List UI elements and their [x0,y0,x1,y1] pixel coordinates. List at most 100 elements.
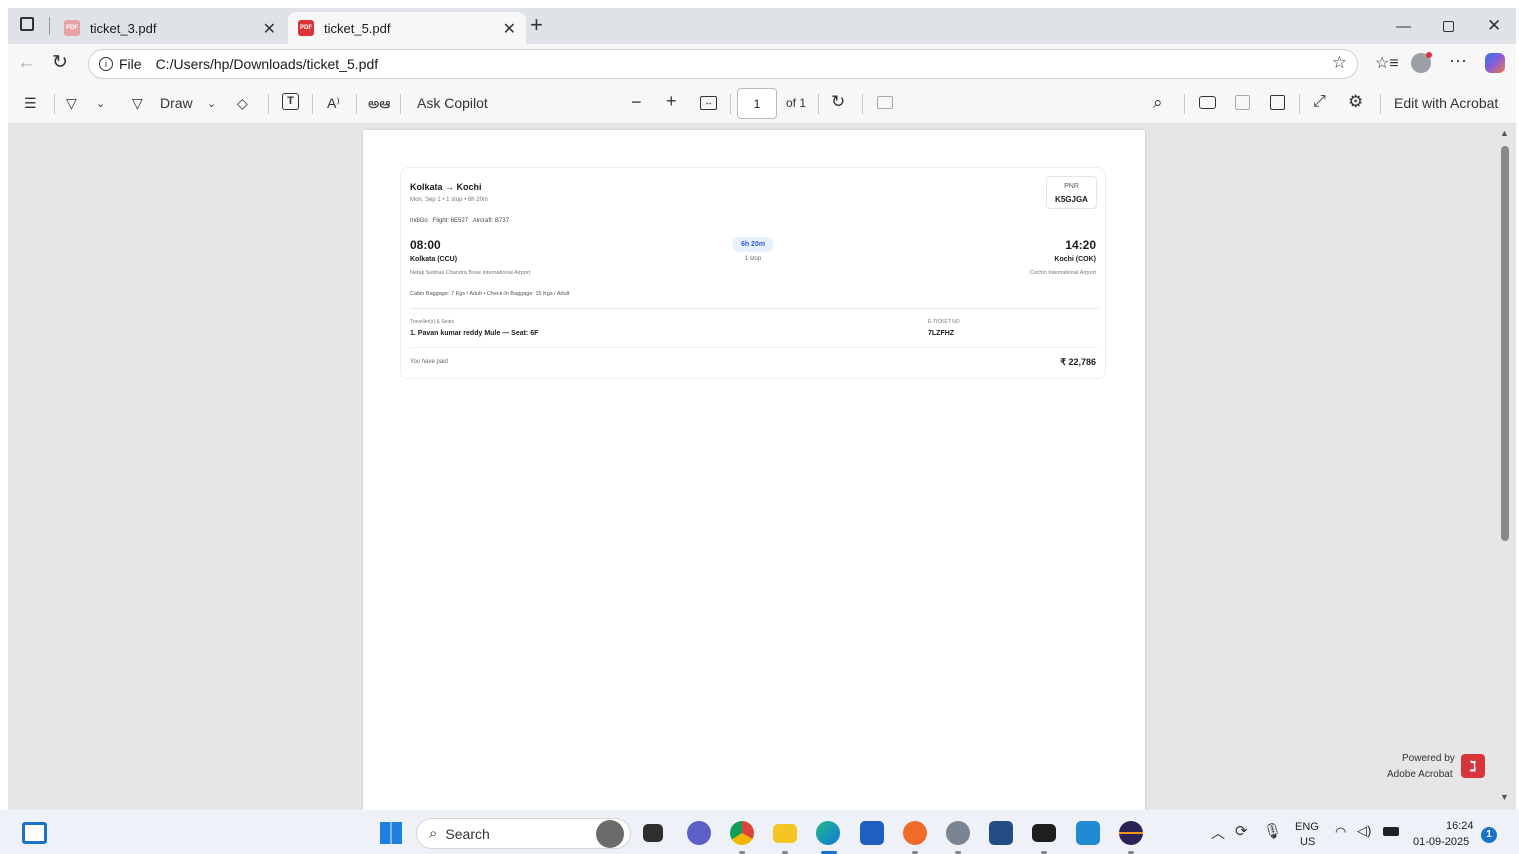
page-number-input[interactable]: 1 [737,88,777,119]
edit-with-acrobat-button[interactable]: Edit with Acrobat [1394,95,1498,111]
pdf-viewer[interactable]: Kolkata → Kochi Mon, Sep 1 • 1 stop • 6h… [8,124,1516,810]
new-tab-button[interactable]: + [530,12,543,38]
copilot-icon[interactable] [1485,53,1505,73]
contents-icon[interactable]: ☰ [24,95,37,112]
read-aloud-button[interactable]: A⁾ [327,95,340,112]
wifi-icon[interactable]: ◠ [1335,824,1346,840]
route-title: Kolkata → Kochi [410,182,482,192]
chevron-up-icon[interactable]: ︿ [1211,823,1225,843]
ask-copilot-button[interactable]: Ask Copilot [417,95,488,111]
chevron-down-icon[interactable]: ⌄ [96,97,105,110]
zoom-out-icon[interactable]: − [631,92,642,113]
save-icon[interactable] [1235,95,1250,110]
draw-app-icon[interactable] [903,821,927,845]
url-text[interactable]: C:/Users/hp/Downloads/ticket_5.pdf [156,56,379,72]
eraser-icon[interactable]: ◇ [237,95,248,112]
volume-icon[interactable]: ◁) [1357,823,1371,839]
tab-ticket-5[interactable]: PDF ticket_5.pdf ✕ [288,12,526,44]
text-box-icon[interactable]: T [282,93,299,110]
language-top[interactable]: ENG [1295,821,1319,833]
edge-icon[interactable] [816,821,840,845]
divider [410,347,1098,348]
draw-icon[interactable]: ▽ [132,95,143,112]
chevron-down-icon[interactable]: ⌄ [207,97,216,110]
tab-title: ticket_3.pdf [90,20,157,36]
info-icon[interactable]: i [99,57,113,71]
store-icon[interactable] [860,821,884,845]
eclipse-icon[interactable] [1119,821,1143,845]
favorite-star-icon[interactable]: ☆ [1332,53,1347,73]
fit-width-icon[interactable]: ↔ [700,96,717,110]
vscode-icon[interactable] [1076,821,1100,845]
tab-title: ticket_5.pdf [324,20,391,36]
duration-pill: 6h 20m [732,237,774,252]
translate-button[interactable]: అఆ [368,95,390,115]
scrollbar[interactable]: ▲ ▼ [1496,124,1516,810]
scrollbar-thumb[interactable] [1501,146,1509,541]
highlight-icon[interactable]: ▽ [66,95,77,112]
close-icon[interactable]: ✕ [503,19,516,39]
print-icon[interactable] [1199,96,1216,109]
zoom-in-icon[interactable]: + [666,91,677,112]
trip-summary: Mon, Sep 1 • 1 stop • 6h 20m [410,197,488,203]
arrival-city: Kochi (COK) [1054,256,1096,263]
chrome-icon[interactable] [730,821,754,845]
search-icon[interactable]: ⌕ [1153,93,1163,113]
address-bar[interactable]: i File C:/Users/hp/Downloads/ticket_5.pd… [88,49,1358,79]
widgets-icon[interactable] [22,822,47,844]
toolbar-divider [818,94,819,114]
microphone-icon[interactable]: 🎙︎ [1263,822,1282,840]
rotate-icon[interactable]: ↻ [831,92,845,112]
title-bar: PDF ticket_3.pdf ✕ PDF ticket_5.pdf ✕ + … [8,8,1516,44]
profile-alert-dot [1426,52,1432,58]
scroll-up-icon[interactable]: ▲ [1500,128,1509,138]
chat-app-icon[interactable] [687,821,711,845]
restore-icon[interactable] [1443,21,1454,32]
settings-app-icon[interactable] [946,821,970,845]
page-total-label: of 1 [786,96,807,110]
eticket-label: E-TICKET NO [928,319,960,325]
toolbar-divider [730,94,731,114]
adobe-acrobat-label: Adobe Acrobat [1387,769,1453,780]
battery-icon[interactable] [1383,827,1399,836]
notification-badge[interactable]: 1 [1481,827,1497,843]
task-view-icon[interactable] [643,824,663,842]
settings-icon[interactable]: ⚙ [1348,92,1363,112]
terminal-icon[interactable] [1032,824,1056,842]
toolbar-divider [356,94,357,114]
page-view-icon[interactable] [877,96,893,109]
close-icon[interactable]: ✕ [263,19,276,39]
vm-app-icon[interactable] [989,821,1013,845]
start-button[interactable] [380,822,402,844]
fullscreen-icon[interactable]: ⤢ [1313,93,1326,111]
paid-amount: ₹ 22,786 [1060,357,1096,367]
sync-icon[interactable]: ⟳ [1235,822,1248,840]
scroll-down-icon[interactable]: ▼ [1500,792,1509,802]
toolbar-divider [1380,94,1381,114]
toolbar-divider [54,94,55,114]
save-as-icon[interactable] [1270,95,1285,110]
adobe-acrobat-logo[interactable]: ℷ [1461,754,1485,778]
pnr-label: PNR [1064,183,1079,190]
favorites-icon[interactable]: ☆≡ [1375,53,1399,73]
stops-label: 1 stop [744,256,762,262]
tab-divider [49,17,50,35]
draw-label[interactable]: Draw [160,95,193,111]
tab-ticket-3[interactable]: PDF ticket_3.pdf ✕ [54,12,286,44]
baggage-info: Cabin Baggage: 7 Kgs / Adult • Check-In … [410,291,570,297]
carrier-line: IndiGo Flight: 6E527 Aircraft: B737 [410,218,510,224]
taskbar-search[interactable]: ⌕ Search [416,818,631,849]
refresh-icon[interactable]: ↻ [52,51,68,74]
clock-date[interactable]: 01-09-2025 [1413,836,1469,848]
file-explorer-icon[interactable] [773,824,797,843]
close-window-icon[interactable]: ✕ [1487,16,1501,36]
clock-time[interactable]: 16:24 [1446,820,1474,832]
tab-actions-icon[interactable] [20,17,34,31]
back-icon[interactable]: ← [17,52,36,74]
search-icon: ⌕ [429,825,438,842]
more-icon[interactable]: ··· [1449,50,1467,71]
toolbar-divider [400,94,401,114]
minimize-icon[interactable]: — [1396,18,1411,35]
language-bottom[interactable]: US [1300,836,1315,848]
paid-label: You have paid [410,359,448,365]
